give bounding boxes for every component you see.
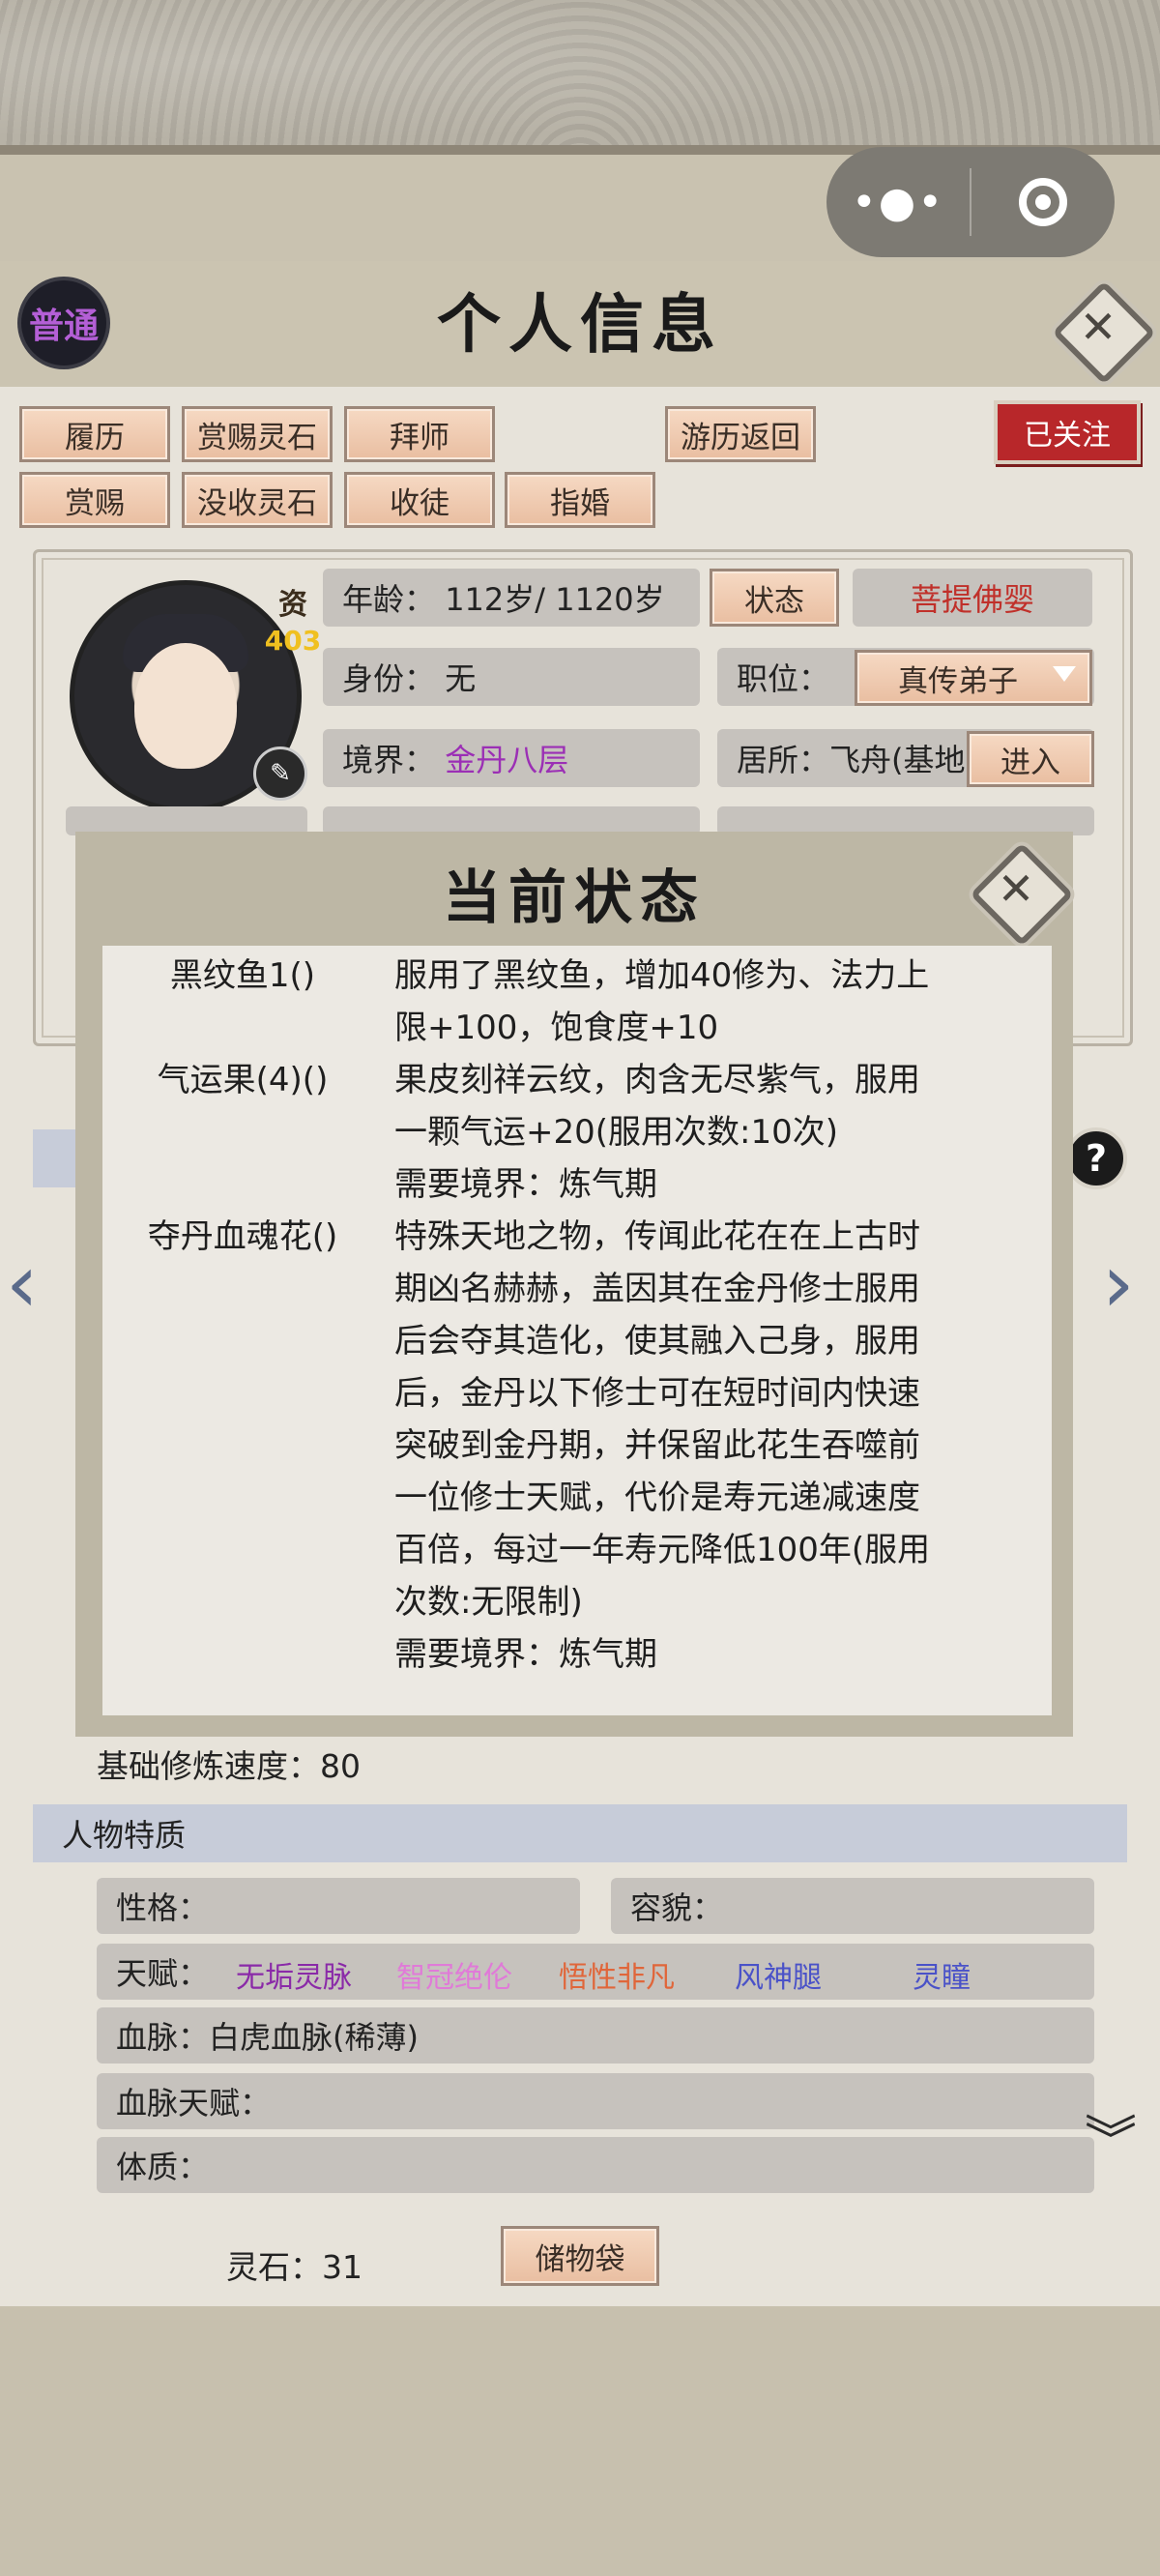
cultivation-speed: 基础修炼速度：80 (97, 1741, 361, 1787)
status-button[interactable]: 状态 (710, 569, 839, 627)
position-label: 职位： (737, 660, 830, 697)
edit-pen-icon[interactable]: ✎ (253, 746, 307, 801)
modal-close-button[interactable]: ✕ (970, 842, 1074, 947)
age-value: 112岁/ 1120岁 (445, 581, 665, 618)
bloodline-label: 血脉： (116, 2019, 210, 2056)
bloodline-field: 血脉： 白虎血脉(稀薄) (97, 2007, 1094, 2064)
reward-stone-button[interactable]: 赏赐灵石 (182, 406, 333, 462)
item-desc-line: 需要境界：炼气期 (394, 1635, 657, 1674)
expand-down-icon[interactable]: ︾ (1085, 2115, 1137, 2167)
personality-field: 性格： (97, 1878, 580, 1934)
followed-badge[interactable]: 已关注 (998, 404, 1137, 460)
item-desc-line: 突破到金丹期，并保留此花生吞噬前 (394, 1426, 920, 1465)
reward-button[interactable]: 赏赐 (19, 472, 170, 528)
aptitude-value: 403 (264, 625, 322, 657)
modal-title: 当前状态 (443, 864, 706, 932)
item-name: 气运果(4)() (157, 1061, 329, 1099)
confiscate-stone-button[interactable]: 没收灵石 (182, 472, 333, 528)
identity-value: 无 (445, 660, 477, 697)
item-desc-line: 百倍，每过一年寿元降低100年(服用 (394, 1531, 931, 1569)
position-value: 真传弟子 (898, 663, 1018, 699)
help-icon[interactable]: ? (1065, 1127, 1127, 1189)
target-ring-icon[interactable] (972, 178, 1115, 226)
item-name: 黑纹鱼1() (169, 956, 316, 995)
item-desc-line: 后会夺其造化，使其融入己身，服用 (394, 1322, 920, 1361)
next-arrow-icon[interactable]: › (1102, 1236, 1135, 1331)
item-desc-line: 服用了黑纹鱼，增加40修为、法力上 (394, 956, 930, 995)
aptitude-label: 资 (278, 588, 307, 622)
spirit-stone: 灵石：31 (226, 2241, 362, 2288)
miniprogram-capsule: •●• (826, 147, 1115, 257)
realm-label: 境界： (342, 742, 436, 778)
apprentice-button[interactable]: 拜师 (344, 406, 495, 462)
more-dots-icon[interactable]: •●• (826, 178, 970, 227)
item-desc-line: 一颗气运+20(服用次数:10次) (394, 1113, 838, 1152)
arrange-marriage-button[interactable]: 指婚 (505, 472, 655, 528)
appearance-field: 容貌： (611, 1878, 1094, 1934)
identity-label: 身份： (342, 660, 436, 697)
item-desc-line: 期凶名赫赫，盖因其在金丹修士服用 (394, 1270, 920, 1308)
physique-field: 体质： (97, 2137, 1094, 2193)
item-name: 夺丹血魂花() (147, 1217, 338, 1256)
residence-label: 居所： (737, 742, 830, 778)
realm-value: 金丹八层 (445, 742, 569, 778)
item-desc-line: 一位修士天赋，代价是寿元递减速度 (394, 1478, 920, 1517)
talent-item[interactable]: 智冠绝伦 (396, 1953, 512, 1996)
item-desc-line: 限+100，饱食度+10 (394, 1009, 719, 1047)
page-title: 个人信息 (437, 286, 723, 362)
bloodline-value: 白虎血脉(稀薄) (209, 2019, 419, 2056)
section-traits: 人物特质 (33, 1804, 1127, 1862)
take-disciple-button[interactable]: 收徒 (344, 472, 495, 528)
cultivation-speed-label: 基础修炼速度： (97, 1747, 320, 1785)
talent-label: 天赋： (116, 1955, 210, 1992)
talent-item[interactable]: 灵瞳 (913, 1953, 971, 1996)
bottom-blank-area (0, 2306, 1160, 2576)
position-select[interactable]: 真传弟子 (855, 650, 1092, 706)
item-desc-line: 特殊天地之物，传闻此花在在上古时 (394, 1217, 920, 1256)
close-icon: ✕ (1079, 301, 1117, 353)
enter-button[interactable]: 进入 (967, 731, 1094, 787)
close-button[interactable]: ✕ (1052, 280, 1156, 385)
cultivation-speed-value: 80 (320, 1747, 361, 1785)
item-desc-line: 需要境界：炼气期 (394, 1165, 657, 1204)
history-button[interactable]: 履历 (19, 406, 170, 462)
identity-field: 身份： 无 (323, 648, 700, 706)
age-field: 年龄： 112岁/ 1120岁 (323, 569, 700, 627)
chevron-down-icon (1053, 666, 1076, 682)
age-label: 年龄： (342, 581, 436, 618)
travel-return-button[interactable]: 游历返回 (665, 406, 816, 462)
item-desc-line: 后，金丹以下修士可在短时间内快速 (394, 1374, 920, 1413)
realm-field: 境界： 金丹八层 (323, 729, 700, 787)
item-desc-line: 果皮刻祥云纹，肉含无尽紫气，服用 (394, 1061, 920, 1099)
spirit-stone-label: 灵石： (226, 2248, 322, 2286)
residence-value: 飞舟(基地 (829, 742, 966, 778)
top-banner (0, 0, 1160, 155)
talent-item[interactable]: 风神腿 (735, 1953, 822, 1996)
spirit-stone-value: 31 (322, 2248, 362, 2286)
prev-arrow-icon[interactable]: ‹ (6, 1236, 39, 1331)
bloodline-talent-field: 血脉天赋： (97, 2073, 1094, 2129)
storage-bag-button[interactable]: 储物袋 (501, 2226, 659, 2286)
special-tag: 菩提佛婴 (853, 569, 1092, 627)
talent-item[interactable]: 无垢灵脉 (236, 1953, 352, 1996)
talent-item[interactable]: 悟性非凡 (559, 1953, 675, 1996)
modal-scroll-list[interactable]: 黑纹鱼1() 服用了黑纹鱼，增加40修为、法力上 限+100，饱食度+10 气运… (102, 946, 1052, 1715)
close-icon: ✕ (997, 863, 1035, 915)
item-desc-line: 次数:无限制) (394, 1583, 583, 1622)
